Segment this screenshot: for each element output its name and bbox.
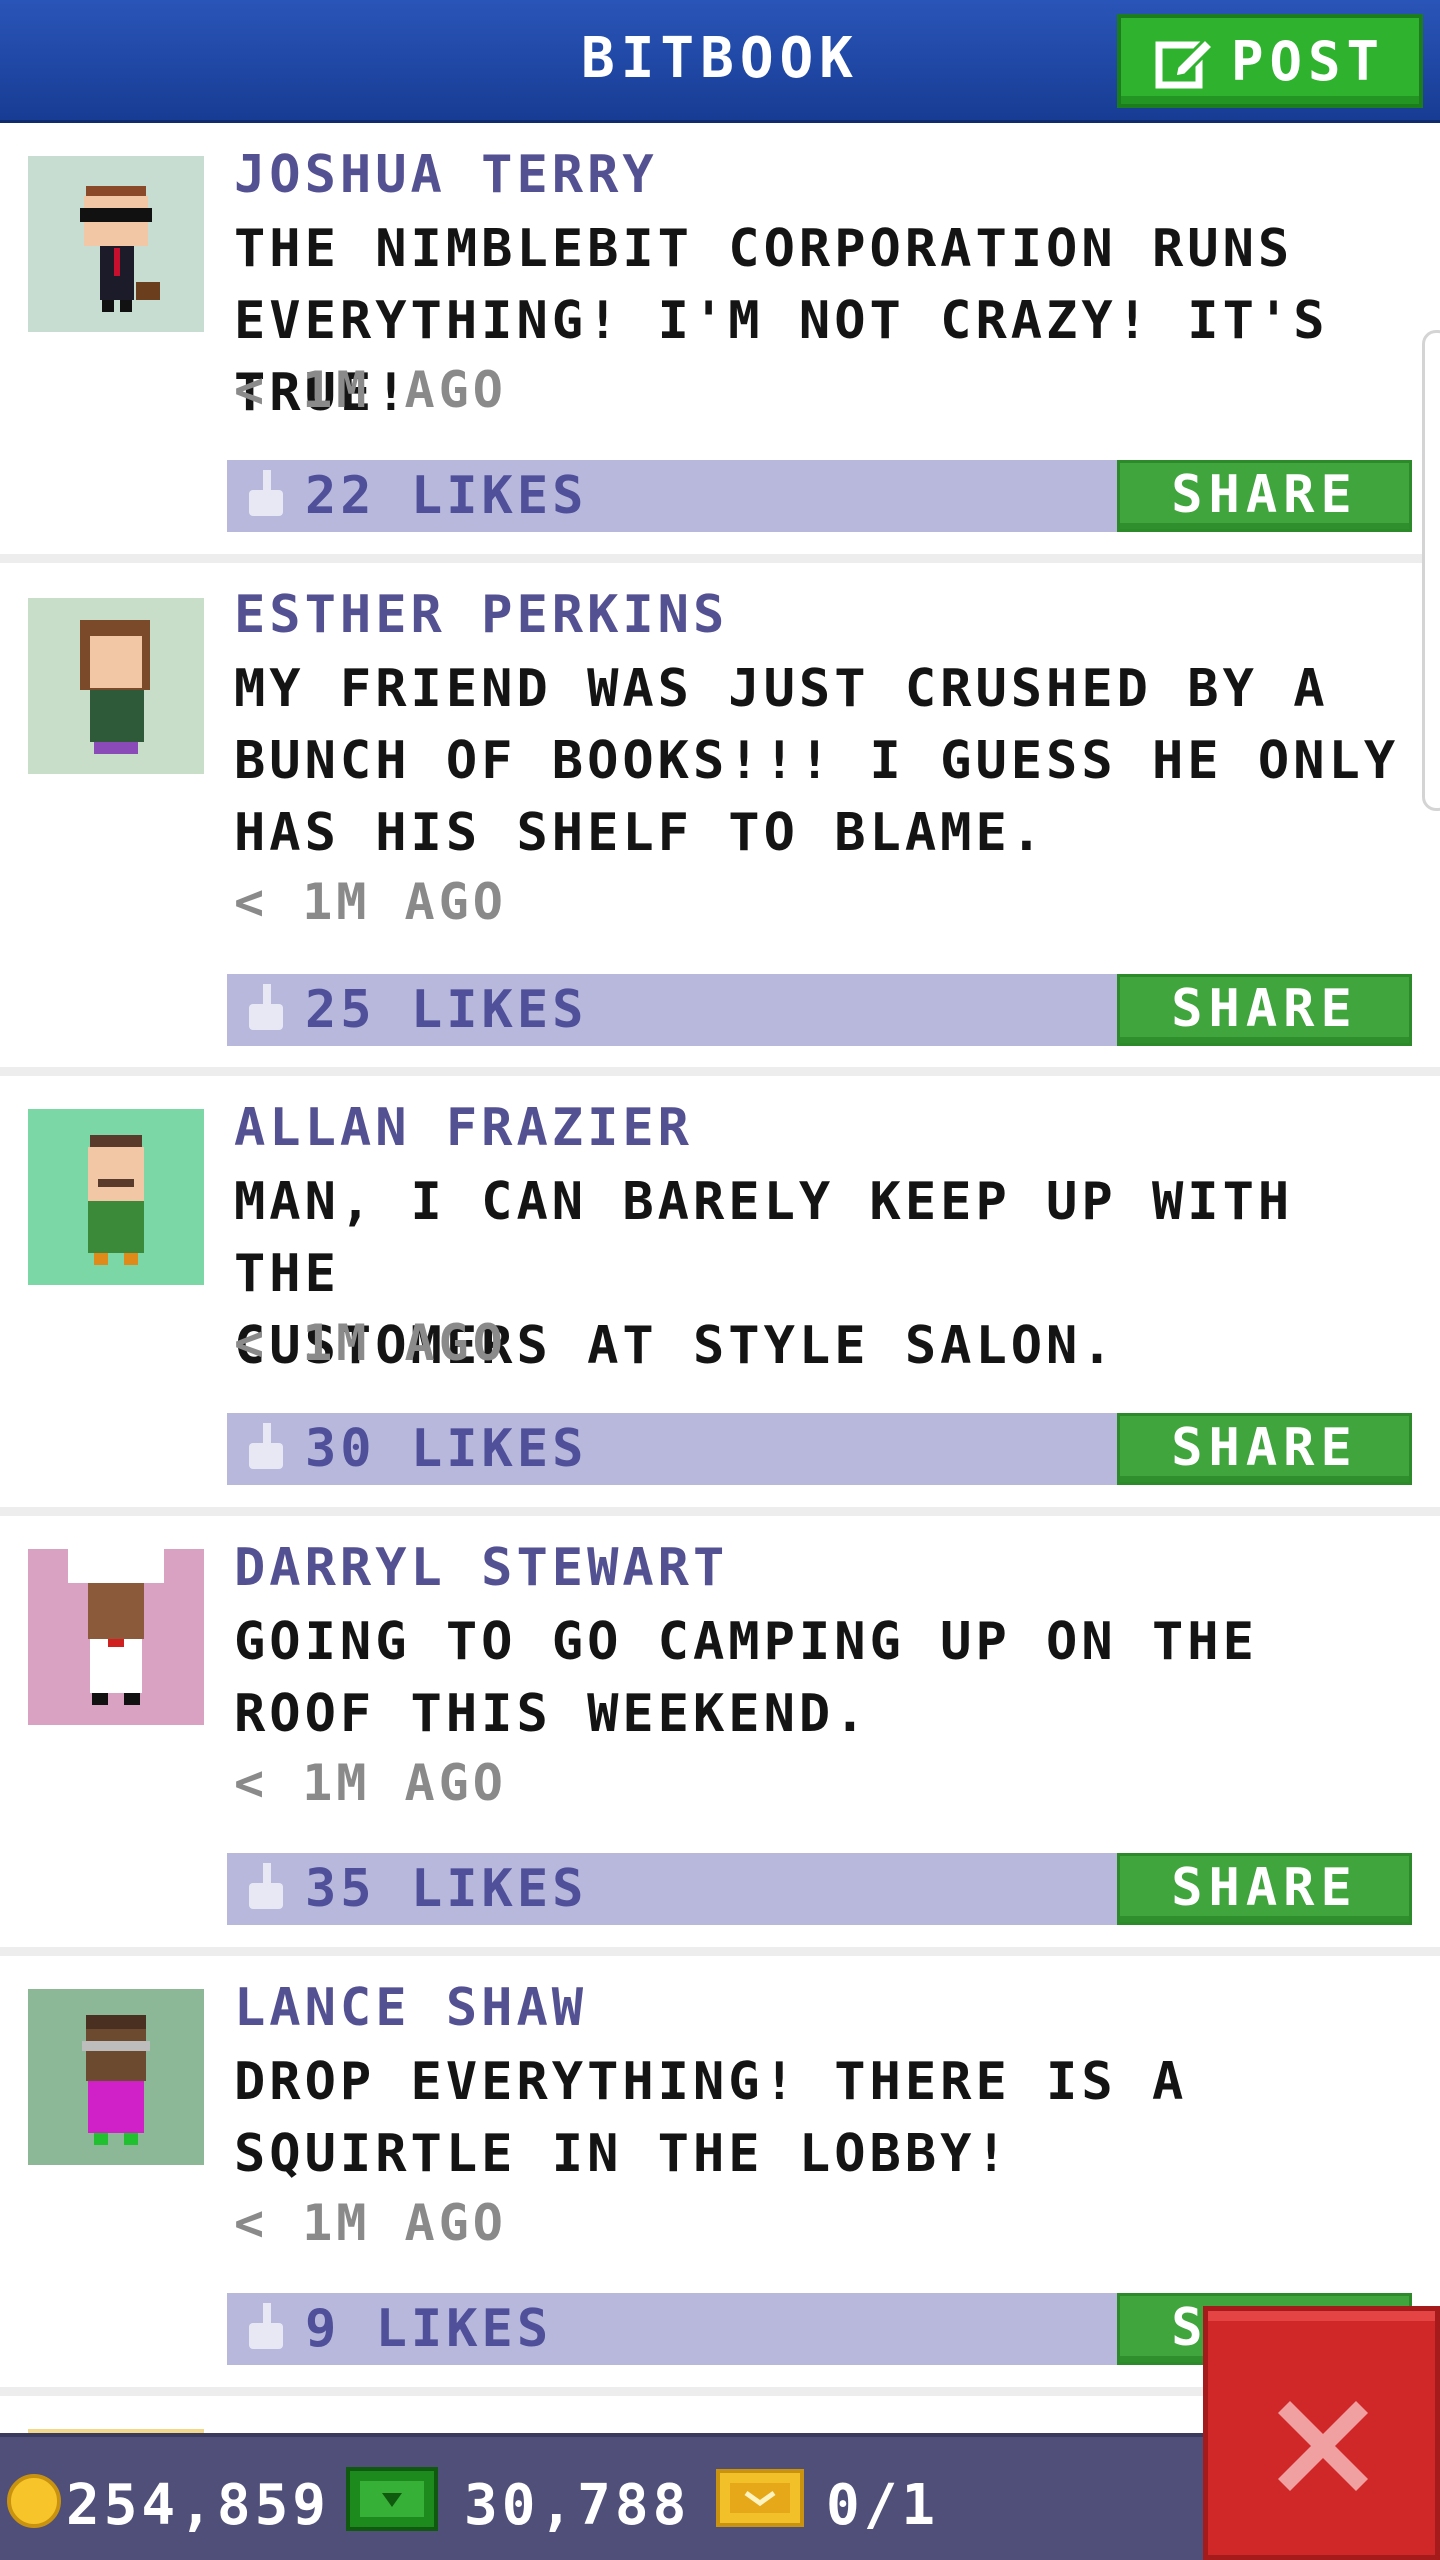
- likes-count: 30 LIKES: [305, 1419, 588, 1479]
- businessman-avatar-icon: [80, 186, 160, 312]
- coin-icon: [7, 2474, 61, 2528]
- man-glasses-avatar-icon: [82, 2015, 150, 2145]
- share-button[interactable]: SHARE: [1117, 460, 1412, 532]
- man-mustache-avatar-icon: [88, 1135, 144, 1265]
- post-author[interactable]: DARRYL STEWART: [234, 1538, 728, 1598]
- message-line: DROP EVERYTHING! THERE IS A: [234, 2052, 1188, 2112]
- thumbs-up-icon: [249, 470, 283, 516]
- post-author[interactable]: JOSHUA TERRY: [234, 145, 658, 205]
- top-bar: BITBOOK POST: [0, 0, 1440, 123]
- message-line: MY FRIEND WAS JUST CRUSHED BY A: [234, 659, 1329, 719]
- feed-post: JOSHUA TERRY THE NIMBLEBIT CORPORATION R…: [0, 123, 1440, 563]
- share-button[interactable]: SHARE: [1117, 1413, 1412, 1485]
- post-message: GOING TO GO CAMPING UP ON THE ROOF THIS …: [234, 1606, 1434, 1750]
- post-timestamp: < 1M AGO: [234, 2194, 507, 2252]
- coins-count: 254,859: [66, 2473, 331, 2538]
- avatar[interactable]: [28, 156, 204, 332]
- post-button-label: POST: [1230, 29, 1386, 93]
- thumbs-up-icon: [249, 984, 283, 1030]
- message-line: ROOF THIS WEEKEND.: [234, 1684, 870, 1744]
- post-message: MY FRIEND WAS JUST CRUSHED BY A BUNCH OF…: [234, 653, 1434, 869]
- avatar[interactable]: [28, 1989, 204, 2165]
- edit-icon: [1155, 36, 1215, 89]
- message-line: MAN, I CAN BARELY KEEP UP WITH THE: [234, 1172, 1294, 1304]
- woman-avatar-icon: [80, 620, 150, 754]
- message-line: GOING TO GO CAMPING UP ON THE: [234, 1612, 1258, 1672]
- message-line: THE NIMBLEBIT CORPORATION RUNS: [234, 219, 1294, 279]
- message-line: SQUIRTLE IN THE LOBBY!: [234, 2124, 1011, 2184]
- share-button[interactable]: SHARE: [1117, 974, 1412, 1046]
- post-author[interactable]: LANCE SHAW: [234, 1978, 587, 2038]
- feed-post: DARRYL STEWART GOING TO GO CAMPING UP ON…: [0, 1516, 1440, 1956]
- scroll-indicator[interactable]: [1422, 330, 1440, 811]
- avatar[interactable]: [28, 1539, 204, 1725]
- likes-count: 9 LIKES: [305, 2299, 553, 2359]
- post-timestamp: < 1M AGO: [234, 1314, 507, 1372]
- avatar[interactable]: [28, 1109, 204, 1285]
- feed-post: ALLAN FRAZIER MAN, I CAN BARELY KEEP UP …: [0, 1076, 1440, 1516]
- thumbs-up-icon: [249, 1423, 283, 1469]
- close-button[interactable]: [1203, 2306, 1440, 2560]
- thumbs-up-icon: [249, 1863, 283, 1909]
- post-timestamp: < 1M AGO: [234, 873, 507, 931]
- feed-post: ESTHER PERKINS MY FRIEND WAS JUST CRUSHE…: [0, 563, 1440, 1076]
- post-button[interactable]: POST: [1117, 14, 1423, 108]
- post-message: DROP EVERYTHING! THERE IS A SQUIRTLE IN …: [234, 2046, 1434, 2190]
- bux-icon: [346, 2467, 438, 2531]
- likes-count: 25 LIKES: [305, 980, 588, 1040]
- chef-avatar-icon: [68, 1539, 164, 1705]
- share-button[interactable]: SHARE: [1117, 1853, 1412, 1925]
- ticket-icon: [716, 2469, 804, 2527]
- bux-count: 30,788: [464, 2473, 691, 2538]
- post-author[interactable]: ESTHER PERKINS: [234, 585, 728, 645]
- likes-count: 35 LIKES: [305, 1859, 588, 1919]
- message-line: BUNCH OF BOOKS!!! I GUESS HE ONLY: [234, 731, 1400, 791]
- message-line: HAS HIS SHELF TO BLAME.: [234, 803, 1047, 863]
- likes-count: 22 LIKES: [305, 466, 588, 526]
- thumbs-up-icon: [249, 2303, 283, 2349]
- avatar[interactable]: [28, 598, 204, 774]
- tickets-count: 0/1: [826, 2473, 940, 2538]
- post-author[interactable]: ALLAN FRAZIER: [234, 1098, 693, 1158]
- post-timestamp: < 1M AGO: [234, 361, 507, 419]
- close-icon: [1278, 2401, 1368, 2491]
- post-timestamp: < 1M AGO: [234, 1754, 507, 1812]
- news-feed[interactable]: JOSHUA TERRY THE NIMBLEBIT CORPORATION R…: [0, 123, 1440, 2433]
